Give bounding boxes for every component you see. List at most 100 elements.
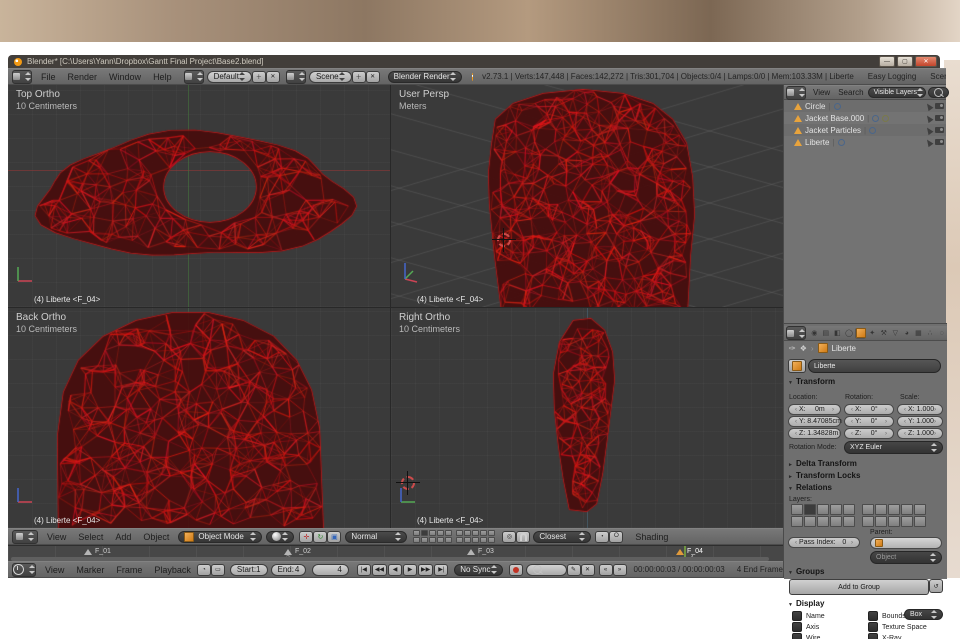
restrict-select-icon[interactable] [925, 137, 934, 146]
forward-key-button[interactable]: » [613, 564, 627, 576]
rotation-y-field[interactable]: Y:0° [844, 416, 894, 427]
scale-y-field[interactable]: Y:1.000 [897, 416, 943, 427]
end-frame-field[interactable]: End:4 [271, 564, 307, 576]
viewport-canvas-persp[interactable] [391, 85, 783, 307]
display-wire-checkbox[interactable]: Wire [792, 633, 820, 639]
timeline-marker[interactable]: F_01 [84, 548, 111, 555]
rotation-z-field[interactable]: Z:0° [844, 428, 894, 439]
menu-render[interactable]: Render [62, 72, 104, 82]
manipulator-rotate-button[interactable]: ↻ [313, 531, 327, 543]
lock-range-button[interactable]: ▭ [211, 564, 225, 576]
panel-delta-transform[interactable]: Delta Transform [788, 459, 857, 468]
location-z-field[interactable]: Z:1.34828m [788, 428, 841, 439]
next-keyframe-button[interactable]: ▶▶ [418, 564, 433, 576]
scene-icon-button[interactable] [286, 70, 306, 84]
editor-type-button[interactable] [12, 70, 32, 84]
close-button[interactable]: ✕ [915, 56, 937, 67]
viewport-canvas-back[interactable] [8, 308, 390, 528]
menu-file[interactable]: File [35, 72, 62, 82]
menu-playback[interactable]: Playback [148, 565, 197, 575]
viewport-shading-select[interactable] [266, 531, 294, 543]
restrict-select-icon[interactable] [925, 113, 934, 122]
proportional-edit-button[interactable]: ◎ [502, 531, 516, 543]
editor-type-button[interactable] [12, 563, 36, 577]
menu-search[interactable]: Search [834, 88, 867, 97]
outliner-item-circle[interactable]: Circle| [784, 100, 946, 112]
menu-window[interactable]: Window [103, 72, 147, 82]
location-x-field[interactable]: X:0m [788, 404, 841, 415]
sync-mode-select[interactable]: No Sync [454, 564, 502, 576]
object-layers-grid-left[interactable] [791, 504, 855, 527]
viewport-right[interactable]: Right Ortho 10 Centimeters (4) Liberte <… [391, 308, 783, 528]
object-name-field[interactable]: Liberte [808, 359, 941, 373]
minimize-button[interactable]: — [879, 56, 895, 67]
tab-constraints[interactable]: ✦ [867, 328, 878, 339]
tab-scene[interactable]: ◧ [832, 328, 843, 339]
tab-object[interactable] [855, 328, 866, 339]
display-xray-checkbox[interactable]: X-Ray [868, 633, 901, 639]
viewport-back[interactable]: Back Ortho 10 Centimeters (4) Liberte <F… [8, 308, 391, 528]
snap-target-select[interactable]: Closest [533, 531, 591, 543]
viewport-canvas-right[interactable] [391, 308, 783, 528]
tab-world[interactable]: ◯ [844, 328, 855, 339]
cursor-3d-icon[interactable] [497, 233, 511, 247]
keying-set-field[interactable] [526, 564, 567, 576]
parent-type-select[interactable]: Object [870, 551, 942, 564]
tab-render-layers[interactable]: ▤ [821, 328, 832, 339]
render-engine-select[interactable]: Blender Render [388, 71, 462, 83]
viewport-top[interactable]: Top Ortho 10 Centimeters (4) Liberte <F_… [8, 85, 391, 308]
start-frame-field[interactable]: Start:1 [230, 564, 268, 576]
editor-type-button[interactable] [786, 326, 806, 340]
menu-add[interactable]: Add [109, 532, 137, 542]
restrict-render-icon[interactable] [935, 103, 944, 109]
menu-select[interactable]: Select [72, 532, 109, 542]
timeline-marker[interactable]: F_03 [467, 548, 494, 555]
outliner-item-jacket-particles[interactable]: Jacket Particles| [784, 124, 946, 136]
editor-type-button[interactable] [786, 86, 806, 100]
tab-texture[interactable]: ▦ [913, 328, 924, 339]
object-layers-grid-right[interactable] [862, 504, 926, 527]
transform-orientation-select[interactable]: Normal [345, 531, 407, 543]
current-frame-field[interactable]: 4 [312, 564, 349, 576]
play-reverse-button[interactable]: ◀ [388, 564, 402, 576]
menu-object[interactable]: Object [137, 532, 175, 542]
layer-grid-left[interactable] [413, 530, 452, 543]
location-y-field[interactable]: Y:8.47085cm [788, 416, 841, 427]
add-to-group-button[interactable]: Add to Group [789, 579, 929, 595]
panel-relations[interactable]: Relations [788, 483, 832, 492]
delete-keyframe-button[interactable]: ✕ [581, 564, 595, 576]
maximize-button[interactable]: ▢ [897, 56, 913, 67]
restrict-select-icon[interactable] [925, 101, 934, 110]
tab-particles[interactable]: ∴ [925, 328, 936, 339]
outliner-search-field[interactable] [928, 87, 949, 98]
manipulator-translate-button[interactable]: ✛ [299, 531, 313, 543]
menu-frame[interactable]: Frame [110, 565, 148, 575]
panel-transform[interactable]: Transform [788, 377, 835, 386]
pass-index-field[interactable]: Pass Index:0 [788, 537, 860, 548]
screen-layout-select[interactable]: Default [207, 71, 252, 83]
panel-groups[interactable]: Groups [788, 567, 824, 576]
timeline-marker[interactable]: F_02 [284, 548, 311, 555]
insert-keyframe-button[interactable]: ✎ [567, 564, 581, 576]
menu-view[interactable]: View [809, 88, 834, 97]
add-layout-button[interactable]: ＋ [252, 71, 266, 83]
outliner-display-mode-select[interactable]: Visible Layers [868, 87, 926, 98]
restrict-render-icon[interactable] [935, 127, 944, 133]
rewind-key-button[interactable]: « [599, 564, 613, 576]
panel-transform-locks[interactable]: Transform Locks [788, 471, 860, 480]
render-opengl-anim-button[interactable]: 🞆 [609, 531, 623, 543]
mode-select[interactable]: Object Mode [178, 531, 262, 543]
display-name-checkbox[interactable]: Name [792, 611, 825, 621]
rotation-mode-select[interactable]: XYZ Euler [844, 441, 943, 454]
outliner-item-jacket-base[interactable]: Jacket Base.000| [784, 112, 946, 124]
scene-select[interactable]: Scene [309, 71, 352, 83]
viewport-canvas-top[interactable] [8, 85, 390, 307]
menu-marker[interactable]: Marker [70, 565, 110, 575]
scale-z-field[interactable]: Z:1.000 [897, 428, 943, 439]
jump-to-start-button[interactable]: |◀ [357, 564, 371, 576]
tab-render[interactable]: ◉ [809, 328, 820, 339]
outliner-item-liberte[interactable]: Liberte| [784, 136, 946, 148]
tab-modifiers[interactable]: ⚒ [878, 328, 889, 339]
menu-help[interactable]: Help [147, 72, 178, 82]
screen-layout-icon-button[interactable] [184, 70, 204, 84]
